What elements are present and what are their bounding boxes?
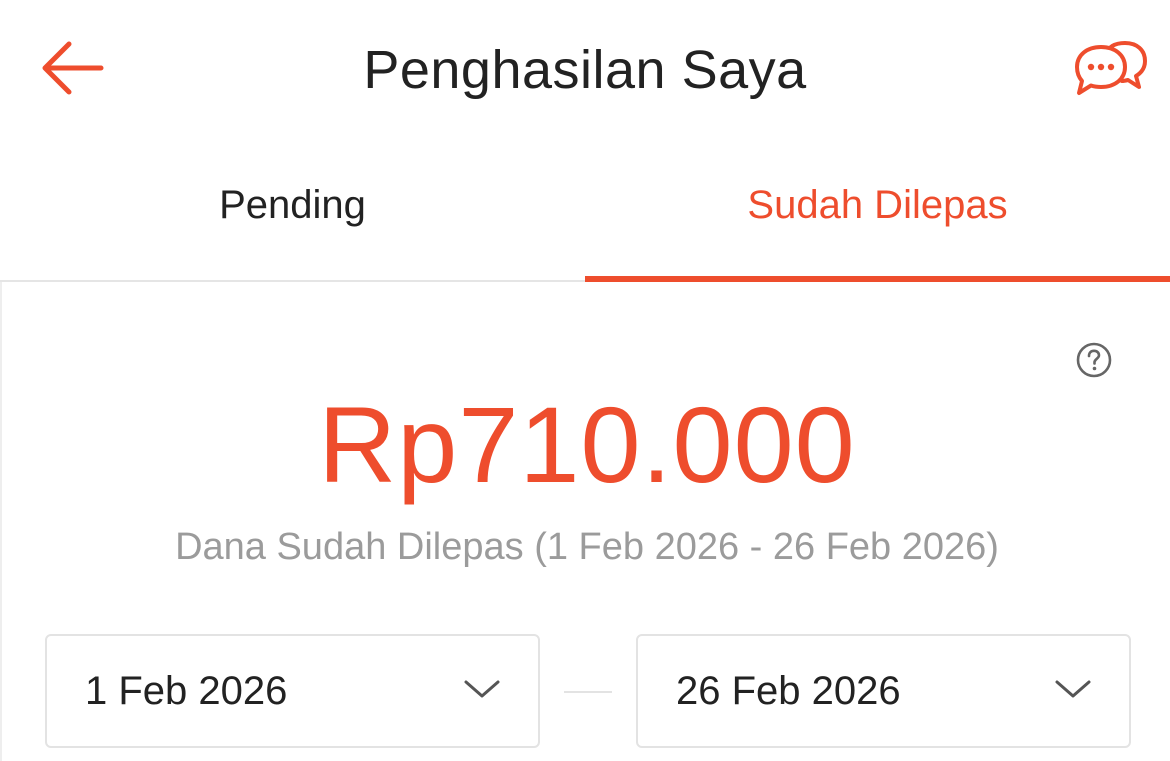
chat-button[interactable] [1066, 30, 1156, 110]
help-button[interactable] [1076, 342, 1112, 378]
released-amount: Rp710.000 [318, 384, 856, 505]
amount-description: Dana Sudah Dilepas (1 Feb 2026 - 26 Feb … [175, 526, 999, 568]
end-date-value: 26 Feb 2026 [676, 668, 901, 713]
app-header: Penghasilan Saya [0, 0, 1170, 140]
income-summary: Rp710.000 Dana Sudah Dilepas (1 Feb 2026… [0, 282, 1170, 761]
tab-sudah-dilepas[interactable]: Sudah Dilepas [585, 140, 1170, 282]
chevron-down-icon [464, 680, 500, 698]
chevron-down-icon [1055, 680, 1091, 698]
tab-pending[interactable]: Pending [0, 140, 585, 280]
question-circle-icon [1076, 342, 1112, 378]
back-button[interactable] [30, 30, 114, 106]
start-date-picker[interactable]: 1 Feb 2026 [45, 634, 540, 748]
page-title: Penghasilan Saya [363, 40, 807, 100]
date-range-separator [564, 691, 612, 693]
tab-bar: Pending Sudah Dilepas [0, 140, 1170, 282]
arrow-left-icon [42, 41, 104, 95]
chat-bubbles-icon [1075, 41, 1147, 95]
end-date-picker[interactable]: 26 Feb 2026 [636, 634, 1131, 748]
start-date-value: 1 Feb 2026 [85, 668, 288, 713]
